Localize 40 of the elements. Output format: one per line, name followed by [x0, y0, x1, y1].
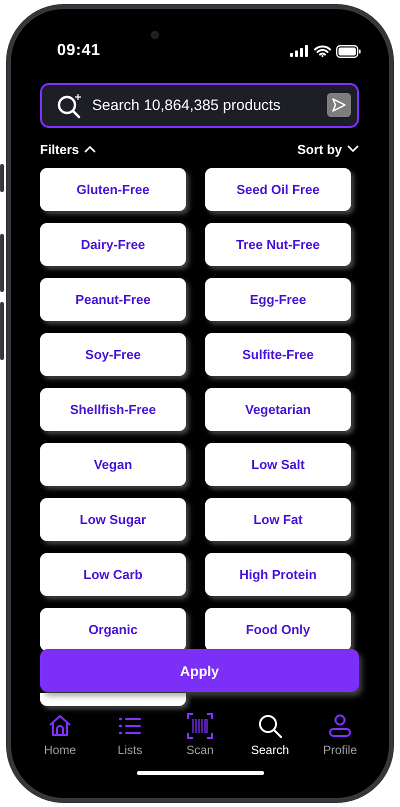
sort-dropdown[interactable]: Sort by [297, 140, 359, 158]
tab[interactable]: Lists [99, 713, 161, 757]
send-button[interactable] [327, 93, 351, 117]
tab[interactable]: Home [29, 713, 91, 757]
filter-chip[interactable]: Dairy-Free [40, 223, 186, 266]
filter-chip[interactable]: Vegan [40, 443, 186, 486]
wifi-icon [314, 45, 331, 57]
tab[interactable]: Profile [309, 713, 371, 757]
filter-chip[interactable]: High Protein [205, 553, 351, 596]
chevron-down-icon [347, 145, 359, 153]
filter-chip[interactable]: Sulfite-Free [205, 333, 351, 376]
send-icon [331, 97, 347, 113]
tab[interactable]: Scan [169, 713, 231, 757]
filter-chip[interactable]: Gluten-Free [40, 168, 186, 211]
apply-button[interactable]: Apply [40, 649, 359, 692]
filter-chip[interactable]: Vegetarian [205, 388, 351, 431]
search-icon [257, 713, 283, 739]
filter-chip[interactable]: Seed Oil Free [205, 168, 351, 211]
filter-chip[interactable]: Peanut-Free [40, 278, 186, 321]
filter-chip[interactable]: Low Sugar [40, 498, 186, 541]
status-time: 09:41 [57, 42, 100, 60]
filter-chip[interactable]: Low Carb [40, 553, 186, 596]
camera-dot [151, 31, 159, 39]
filter-chip[interactable]: Low Fat [205, 498, 351, 541]
filter-chip[interactable]: Food Only [205, 608, 351, 651]
filter-chip[interactable]: Tree Nut-Free [205, 223, 351, 266]
home-icon [47, 713, 73, 739]
signal-icon [290, 45, 309, 57]
person-icon [327, 713, 353, 739]
barcode-scan-icon [187, 713, 213, 739]
tab[interactable]: Search [239, 713, 301, 757]
filters-toggle[interactable]: Filters [40, 140, 96, 158]
filter-chip[interactable]: Organic [40, 608, 186, 651]
filter-chip[interactable]: Soy-Free [40, 333, 186, 376]
filter-chip[interactable]: Shellfish-Free [40, 388, 186, 431]
chevron-up-icon [84, 145, 96, 153]
filter-chip[interactable]: Low Salt [205, 443, 351, 486]
search-field[interactable]: Search 10,864,385 products [40, 83, 359, 128]
filter-chip[interactable]: Egg-Free [205, 278, 351, 321]
battery-icon [336, 44, 361, 58]
